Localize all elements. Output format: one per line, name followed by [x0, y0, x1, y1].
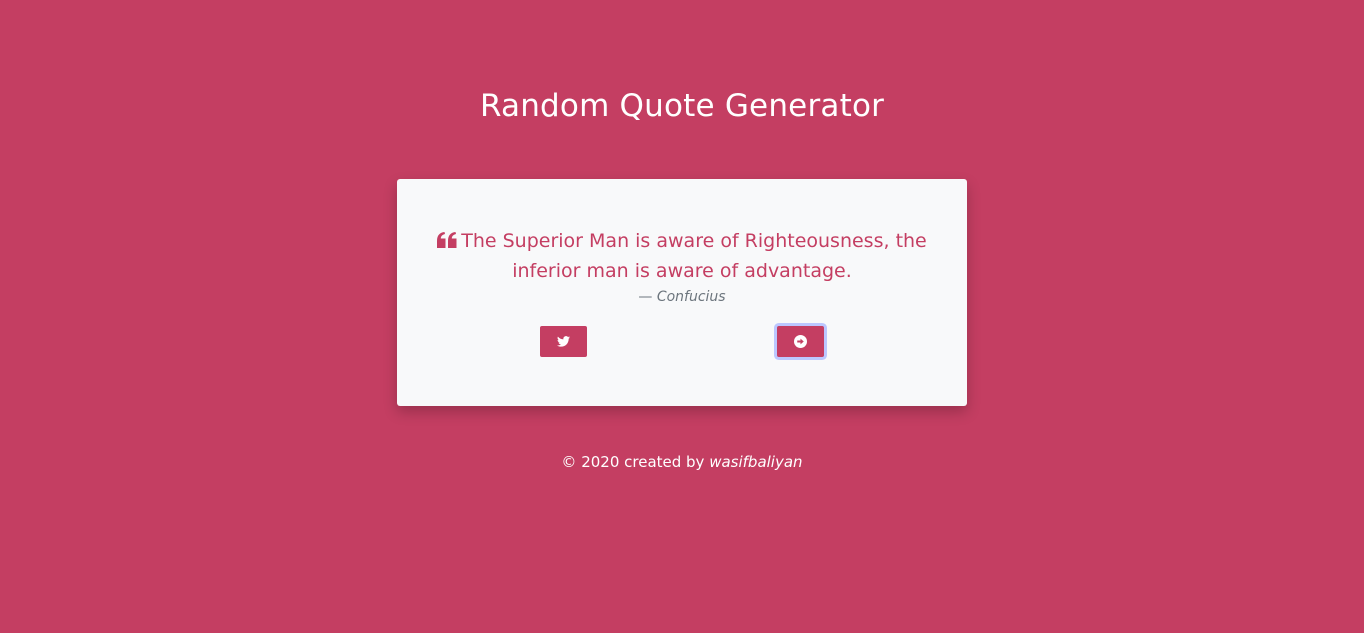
author-name: Confucius — [656, 289, 726, 305]
twitter-icon — [557, 336, 570, 347]
quote-left-icon — [437, 232, 457, 248]
footer-copyright: © 2020 created by — [561, 453, 710, 471]
quote-text: The Superior Man is aware of Righteousne… — [461, 230, 927, 282]
next-quote-button[interactable] — [777, 326, 824, 357]
quote-author: — Confucius — [397, 289, 967, 305]
footer-author-link[interactable]: wasifbaliyan — [709, 453, 802, 471]
arrow-circle-right-icon — [794, 335, 807, 348]
page-title: Random Quote Generator — [479, 88, 885, 124]
quote-text-block: The Superior Man is aware of Righteousne… — [437, 226, 927, 286]
tweet-button[interactable] — [540, 326, 587, 357]
author-dash: — — [638, 289, 657, 305]
footer: © 2020 created by wasifbaliyan — [0, 453, 1364, 471]
quote-card: The Superior Man is aware of Righteousne… — [397, 179, 967, 406]
